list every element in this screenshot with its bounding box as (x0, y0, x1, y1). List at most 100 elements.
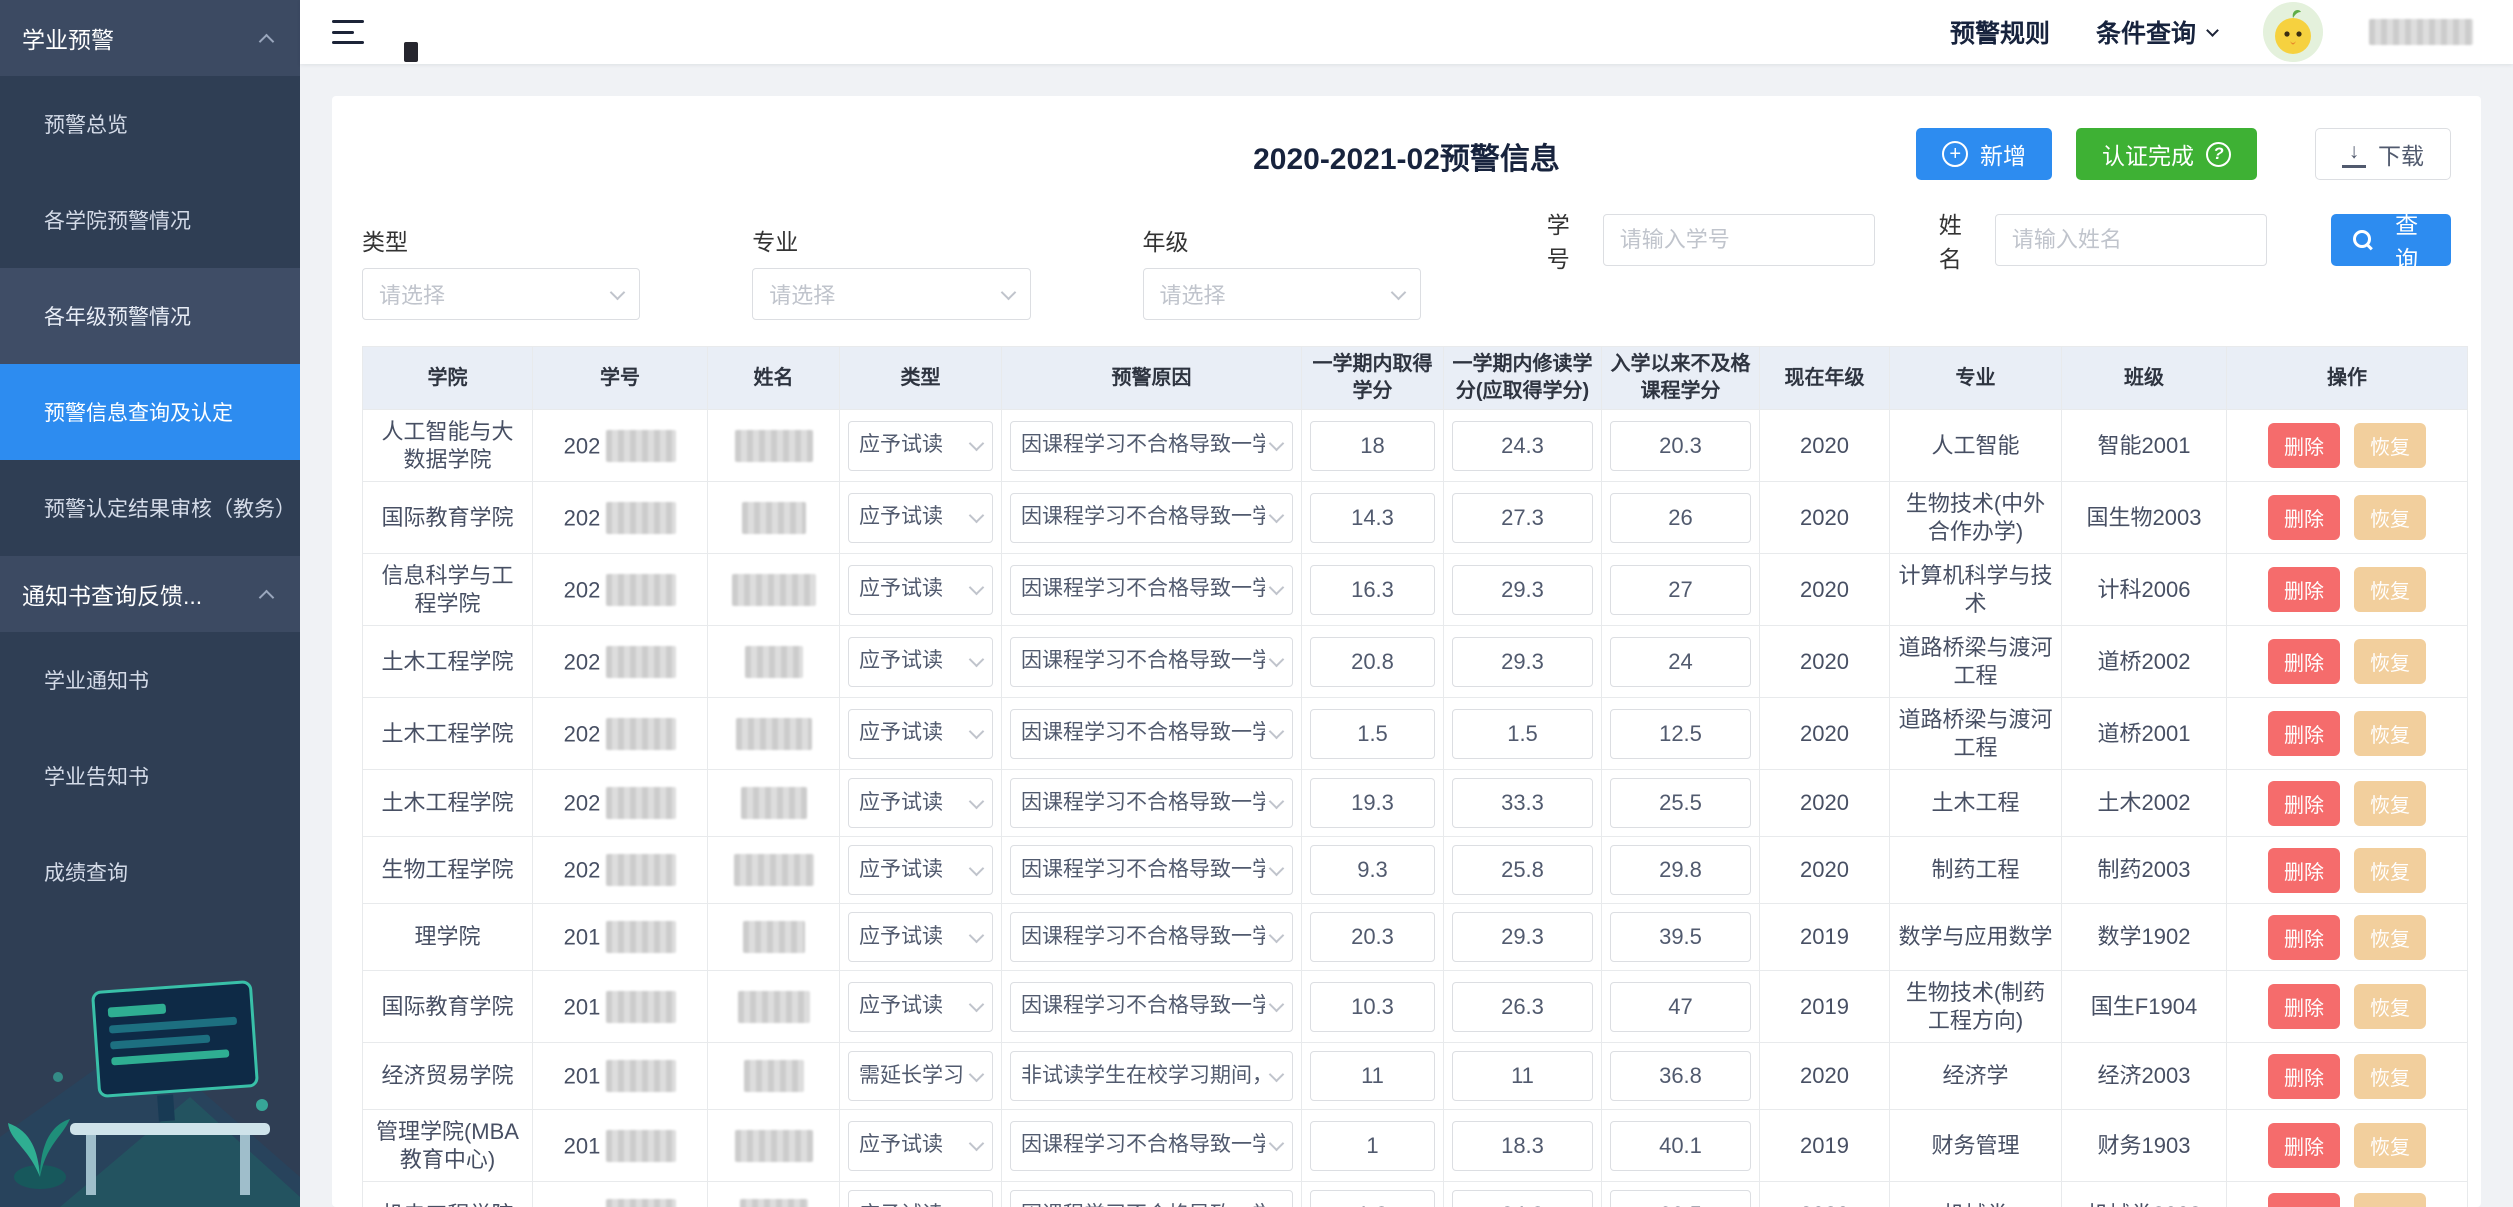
credits-failed-input[interactable] (1610, 1121, 1751, 1171)
reason-cell-select[interactable]: 因课程学习不合格导致一学 (1010, 421, 1293, 471)
credits-failed-input[interactable] (1610, 565, 1751, 615)
credits-earned-input[interactable] (1310, 637, 1435, 687)
type-cell-select[interactable]: 应予试读 (848, 565, 993, 615)
credits-earned-input[interactable] (1310, 1051, 1435, 1101)
credits-earned-input[interactable] (1310, 912, 1435, 962)
type-cell-select[interactable]: 应予试读 (848, 982, 993, 1032)
reason-cell-select[interactable]: 因课程学习不合格导致一学 (1010, 493, 1293, 543)
credits-earned-input[interactable] (1310, 982, 1435, 1032)
restore-button[interactable]: 恢复 (2354, 711, 2426, 756)
restore-button[interactable]: 恢复 (2354, 1123, 2426, 1168)
download-button[interactable]: 下载 (2315, 128, 2451, 180)
reason-cell-select[interactable]: 因课程学习不合格导致一学 (1010, 1121, 1293, 1171)
type-cell-select[interactable]: 应予试读 (848, 421, 993, 471)
type-cell-select[interactable]: 应予试读 (848, 493, 993, 543)
credits-taken-input[interactable] (1452, 1121, 1593, 1171)
add-button[interactable]: 新增 (1916, 128, 2052, 180)
delete-button[interactable]: 删除 (2268, 639, 2340, 684)
type-cell-select[interactable]: 应予试读 (848, 778, 993, 828)
credits-taken-input[interactable] (1452, 493, 1593, 543)
reason-cell-select[interactable]: 因课程学习不合格导致一学 (1010, 982, 1293, 1032)
credits-failed-input[interactable] (1610, 1051, 1751, 1101)
restore-button[interactable]: 恢复 (2354, 781, 2426, 826)
credits-taken-input[interactable] (1452, 912, 1593, 962)
restore-button[interactable]: 恢复 (2354, 915, 2426, 960)
credits-taken-input[interactable] (1452, 778, 1593, 828)
credits-taken-input[interactable] (1452, 421, 1593, 471)
grade-select[interactable]: 请选择 (1143, 268, 1421, 320)
restore-button[interactable]: 恢复 (2354, 639, 2426, 684)
delete-button[interactable]: 删除 (2268, 495, 2340, 540)
reason-cell-select[interactable]: 因课程学习不合格导致一学 (1010, 845, 1293, 895)
type-cell-select[interactable]: 应予试读 (848, 912, 993, 962)
sidebar-group-0[interactable]: 学业预警 (0, 0, 300, 76)
reason-cell-select[interactable]: 因课程学习不合格导致一学 (1010, 637, 1293, 687)
restore-button[interactable]: 恢复 (2354, 495, 2426, 540)
restore-button[interactable]: 恢复 (2354, 848, 2426, 893)
sidebar-item[interactable]: 学业通知书 (0, 632, 300, 728)
credits-taken-input[interactable] (1452, 1190, 1593, 1207)
credits-earned-input[interactable] (1310, 565, 1435, 615)
credits-failed-input[interactable] (1610, 845, 1751, 895)
delete-button[interactable]: 删除 (2268, 423, 2340, 468)
credits-earned-input[interactable] (1310, 1190, 1435, 1207)
sidebar-item[interactable]: 各学院预警情况 (0, 172, 300, 268)
sidebar-item[interactable]: 各年级预警情况 (0, 268, 300, 364)
sidebar-item[interactable]: 预警总览 (0, 76, 300, 172)
credits-taken-input[interactable] (1452, 982, 1593, 1032)
credits-failed-input[interactable] (1610, 493, 1751, 543)
credits-failed-input[interactable] (1610, 637, 1751, 687)
type-cell-select[interactable]: 应予试读 (848, 1190, 993, 1207)
reason-cell-select[interactable]: 因课程学习不合格导致一学 (1010, 1190, 1293, 1207)
sidebar-group-1[interactable]: 通知书查询反馈... (0, 556, 300, 632)
delete-button[interactable]: 删除 (2268, 915, 2340, 960)
delete-button[interactable]: 删除 (2268, 984, 2340, 1029)
sidebar-item[interactable]: 预警信息查询及认定 (0, 364, 300, 460)
delete-button[interactable]: 删除 (2268, 567, 2340, 612)
credits-taken-input[interactable] (1452, 1051, 1593, 1101)
student-id-input[interactable] (1603, 214, 1875, 266)
credits-earned-input[interactable] (1310, 778, 1435, 828)
credits-failed-input[interactable] (1610, 912, 1751, 962)
restore-button[interactable]: 恢复 (2354, 423, 2426, 468)
avatar[interactable] (2263, 2, 2323, 62)
credits-failed-input[interactable] (1610, 421, 1751, 471)
credits-failed-input[interactable] (1610, 1190, 1751, 1207)
credits-failed-input[interactable] (1610, 982, 1751, 1032)
delete-button[interactable]: 删除 (2268, 1193, 2340, 1207)
restore-button[interactable]: 恢复 (2354, 1193, 2426, 1207)
search-button[interactable]: 查询 (2331, 214, 2451, 266)
delete-button[interactable]: 删除 (2268, 711, 2340, 756)
type-cell-select[interactable]: 应予试读 (848, 1121, 993, 1171)
credits-failed-input[interactable] (1610, 778, 1751, 828)
delete-button[interactable]: 删除 (2268, 848, 2340, 893)
reason-cell-select[interactable]: 因课程学习不合格导致一学 (1010, 778, 1293, 828)
restore-button[interactable]: 恢复 (2354, 984, 2426, 1029)
delete-button[interactable]: 删除 (2268, 1054, 2340, 1099)
credits-earned-input[interactable] (1310, 421, 1435, 471)
topbar-link-condition-query[interactable]: 条件查询 (2096, 14, 2217, 50)
delete-button[interactable]: 删除 (2268, 781, 2340, 826)
credits-taken-input[interactable] (1452, 845, 1593, 895)
reason-cell-select[interactable]: 因课程学习不合格导致一学 (1010, 709, 1293, 759)
restore-button[interactable]: 恢复 (2354, 1054, 2426, 1099)
topbar-link-warning-rules[interactable]: 预警规则 (1950, 14, 2050, 50)
restore-button[interactable]: 恢复 (2354, 567, 2426, 612)
reason-cell-select[interactable]: 非试读学生在校学习期间， (1010, 1051, 1293, 1101)
credits-taken-input[interactable] (1452, 565, 1593, 615)
credits-earned-input[interactable] (1310, 1121, 1435, 1171)
type-cell-select[interactable]: 应予试读 (848, 709, 993, 759)
type-cell-select[interactable]: 应予试读 (848, 845, 993, 895)
delete-button[interactable]: 删除 (2268, 1123, 2340, 1168)
reason-cell-select[interactable]: 因课程学习不合格导致一学 (1010, 912, 1293, 962)
credits-failed-input[interactable] (1610, 709, 1751, 759)
type-select[interactable]: 请选择 (362, 268, 640, 320)
reason-cell-select[interactable]: 因课程学习不合格导致一学 (1010, 565, 1293, 615)
sidebar-item[interactable]: 成绩查询 (0, 824, 300, 920)
credits-earned-input[interactable] (1310, 493, 1435, 543)
certify-complete-button[interactable]: 认证完成 (2076, 128, 2257, 180)
credits-taken-input[interactable] (1452, 709, 1593, 759)
major-select[interactable]: 请选择 (752, 268, 1030, 320)
type-cell-select[interactable]: 应予试读 (848, 637, 993, 687)
credits-earned-input[interactable] (1310, 845, 1435, 895)
